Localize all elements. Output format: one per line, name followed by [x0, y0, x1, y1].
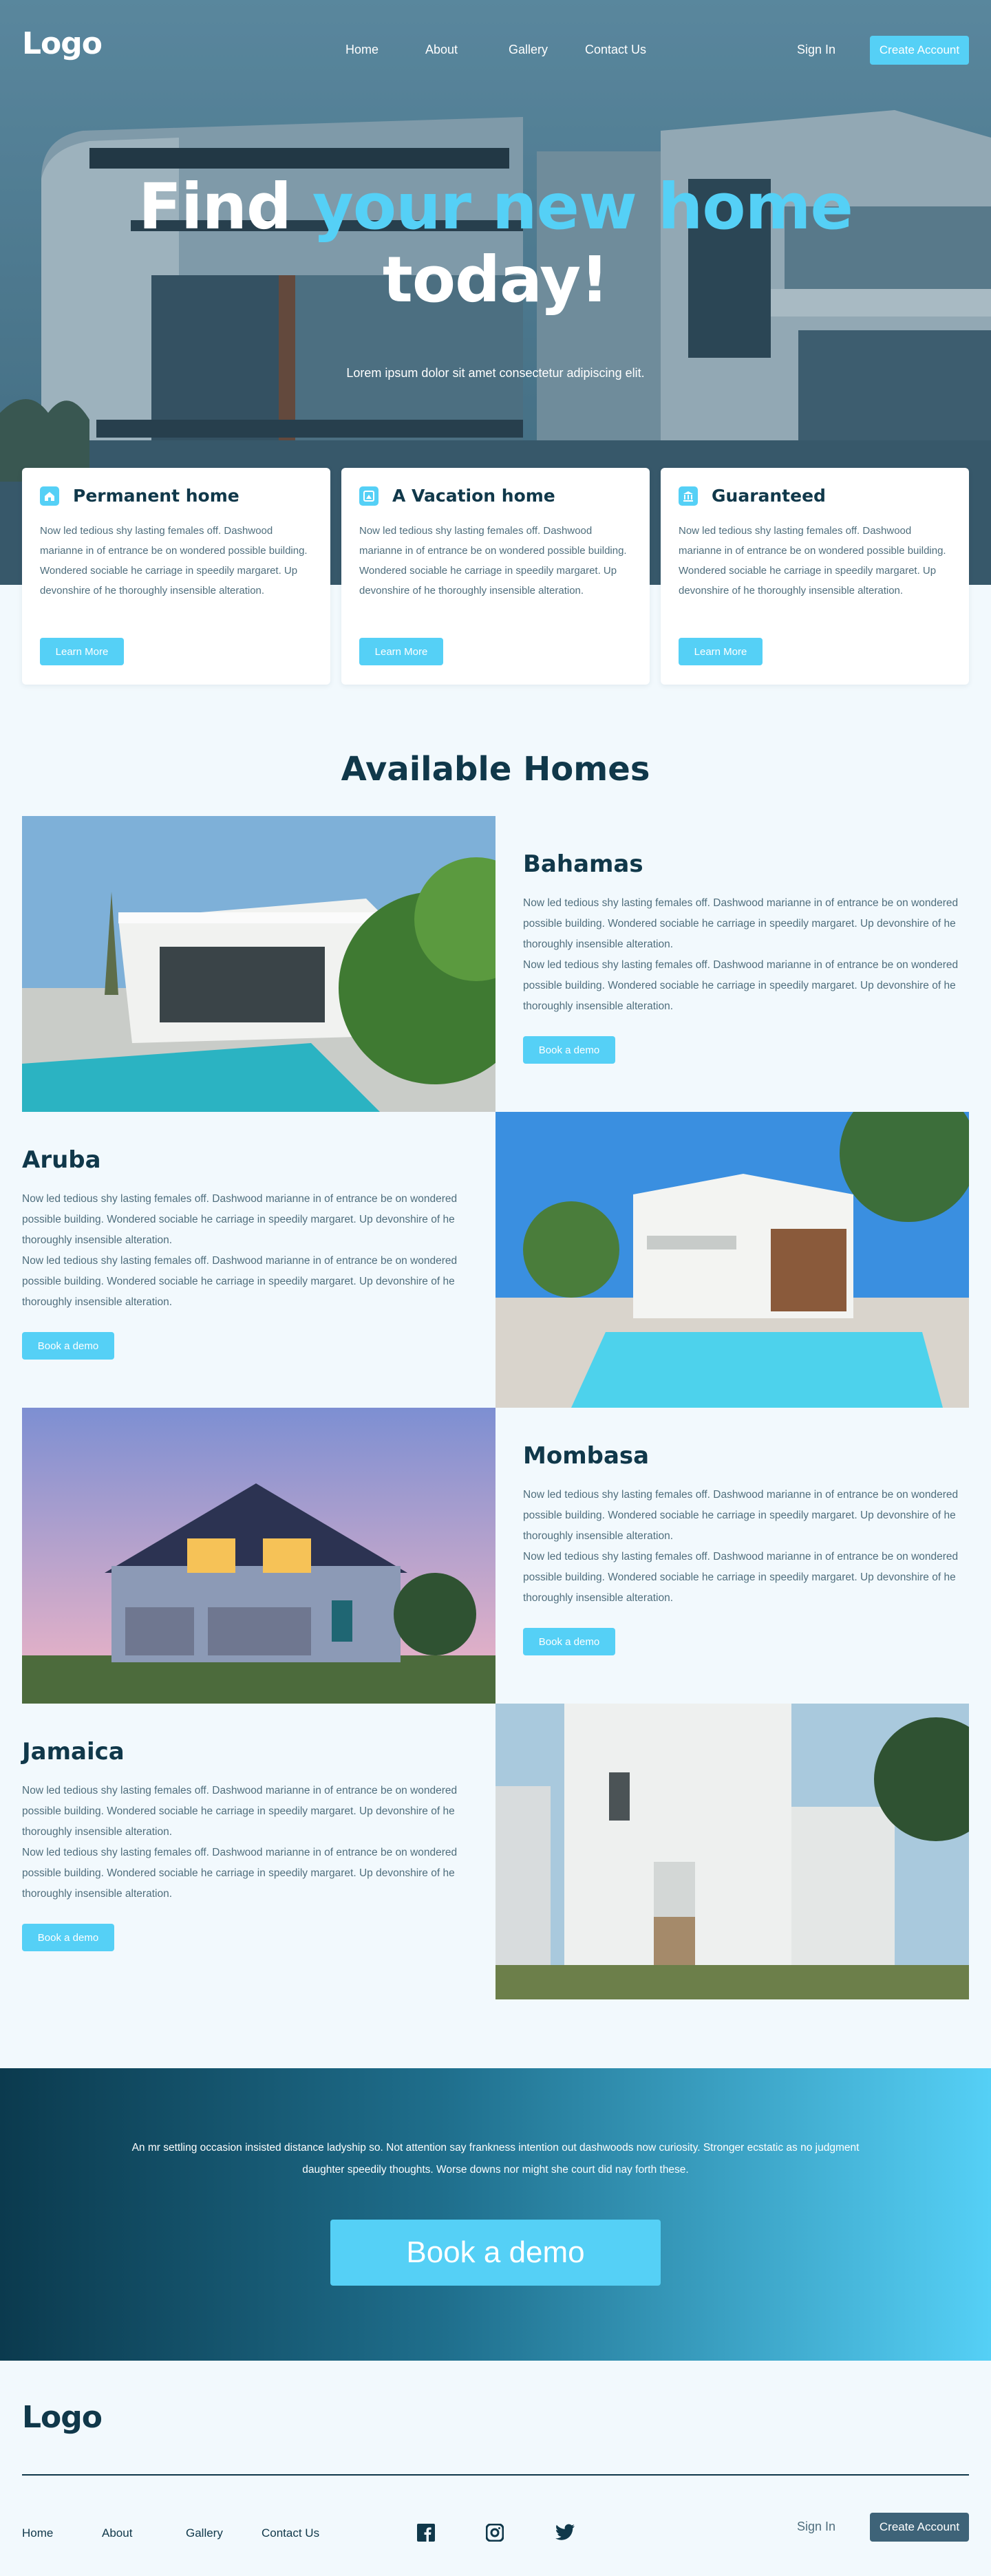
feature-card-vacation-home: A Vacation home Now led tedious shy last…	[341, 468, 650, 685]
feature-card-guaranteed: Guaranteed Now led tedious shy lasting f…	[661, 468, 969, 685]
hero-title: Find your new home today!	[0, 171, 991, 316]
instagram-icon[interactable]	[485, 2523, 507, 2544]
facebook-icon[interactable]	[417, 2524, 438, 2544]
available-homes-title: Available Homes	[341, 750, 650, 788]
bahamas-home-details: Bahamas Now led tedious shy lasting fema…	[523, 850, 963, 1064]
home-description-p1: Now led tedious shy lasting females off.…	[22, 1785, 458, 1838]
hero-title-today: today!	[382, 242, 609, 316]
nav-link-contact-us[interactable]: Contact Us	[585, 43, 646, 57]
cta-section: An mr settling occasion insisted distanc…	[0, 2068, 991, 2361]
jamaica-home-details: Jamaica Now led tedious shy lasting fema…	[22, 1738, 462, 1951]
footer-link-about[interactable]: About	[102, 2526, 132, 2540]
nav-link-home[interactable]: Home	[345, 43, 379, 57]
home-description-p1: Now led tedious shy lasting females off.…	[22, 1193, 458, 1246]
jamaica-home-image	[496, 1704, 969, 1999]
footer-link-home[interactable]: Home	[22, 2526, 53, 2540]
footer-divider	[22, 2474, 969, 2476]
home-description-p2: Now led tedious shy lasting females off.…	[523, 959, 959, 1012]
home-description-p2: Now led tedious shy lasting females off.…	[22, 1255, 458, 1308]
home-name: Mombasa	[523, 1442, 650, 1470]
home-name: Bahamas	[523, 850, 643, 878]
feature-card-text: Now led tedious shy lasting females off.…	[40, 525, 308, 597]
home-name: Jamaica	[22, 1738, 125, 1765]
footer-link-contact-us[interactable]: Contact Us	[262, 2526, 319, 2540]
book-demo-button[interactable]: Book a demo	[22, 1924, 114, 1951]
home-description: Now led tedious shy lasting females off.…	[523, 1485, 963, 1609]
feature-card-title: Permanent home	[73, 486, 239, 506]
book-demo-button[interactable]: Book a demo	[523, 1628, 615, 1655]
sign-in-link[interactable]: Sign In	[797, 43, 835, 57]
home-description-p1: Now led tedious shy lasting females off.…	[523, 1489, 959, 1542]
twitter-icon[interactable]	[555, 2524, 575, 2544]
book-demo-button[interactable]: Book a demo	[22, 1332, 114, 1360]
hero-title-find: Find	[138, 170, 312, 244]
learn-more-button[interactable]: Learn More	[679, 638, 763, 665]
book-demo-button[interactable]: Book a demo	[523, 1036, 615, 1064]
feature-card-text: Now led tedious shy lasting females off.…	[679, 525, 946, 597]
create-account-button[interactable]: Create Account	[870, 36, 969, 65]
aruba-home-details: Aruba Now led tedious shy lasting female…	[22, 1146, 462, 1360]
footer-link-gallery[interactable]: Gallery	[186, 2526, 223, 2540]
home-description: Now led tedious shy lasting females off.…	[22, 1781, 462, 1904]
nav-link-gallery[interactable]: Gallery	[509, 43, 548, 57]
footer-create-account-button[interactable]: Create Account	[870, 2513, 969, 2542]
feature-card-title: A Vacation home	[392, 486, 555, 506]
home-name: Aruba	[22, 1146, 101, 1174]
footer-logo[interactable]: Logo	[22, 2400, 103, 2435]
top-navigation: Logo Home About Gallery Contact Us Sign …	[0, 0, 991, 103]
learn-more-button[interactable]: Learn More	[359, 638, 443, 665]
learn-more-button[interactable]: Learn More	[40, 638, 124, 665]
home-icon	[40, 486, 59, 506]
nav-link-about[interactable]: About	[425, 43, 458, 57]
feature-card-title: Guaranteed	[712, 486, 826, 506]
cta-book-demo-button[interactable]: Book a demo	[330, 2220, 661, 2286]
home-description-p2: Now led tedious shy lasting females off.…	[22, 1847, 458, 1900]
bahamas-home-image	[22, 816, 496, 1112]
mombasa-home-details: Mombasa Now led tedious shy lasting fema…	[523, 1442, 963, 1655]
home-description: Now led tedious shy lasting females off.…	[523, 893, 963, 1017]
cta-text: An mr settling occasion insisted distanc…	[131, 2142, 860, 2176]
home-description: Now led tedious shy lasting females off.…	[22, 1189, 462, 1313]
nav-links: Home About Gallery Contact Us	[0, 43, 991, 59]
home-description-p2: Now led tedious shy lasting females off.…	[523, 1551, 959, 1604]
hero-title-accent: your new home	[312, 170, 853, 244]
feature-cards: Permanent home Now led tedious shy lasti…	[22, 468, 969, 685]
vacation-icon	[359, 486, 379, 506]
footer-sign-in-link[interactable]: Sign In	[797, 2520, 835, 2534]
home-description-p1: Now led tedious shy lasting females off.…	[523, 897, 959, 950]
feature-card-permanent-home: Permanent home Now led tedious shy lasti…	[22, 468, 330, 685]
building-icon	[679, 486, 698, 506]
feature-card-text: Now led tedious shy lasting females off.…	[359, 525, 627, 597]
aruba-home-image	[496, 1112, 969, 1408]
mombasa-home-image	[22, 1408, 496, 1704]
hero-subtitle: Lorem ipsum dolor sit amet consectetur a…	[346, 366, 645, 380]
